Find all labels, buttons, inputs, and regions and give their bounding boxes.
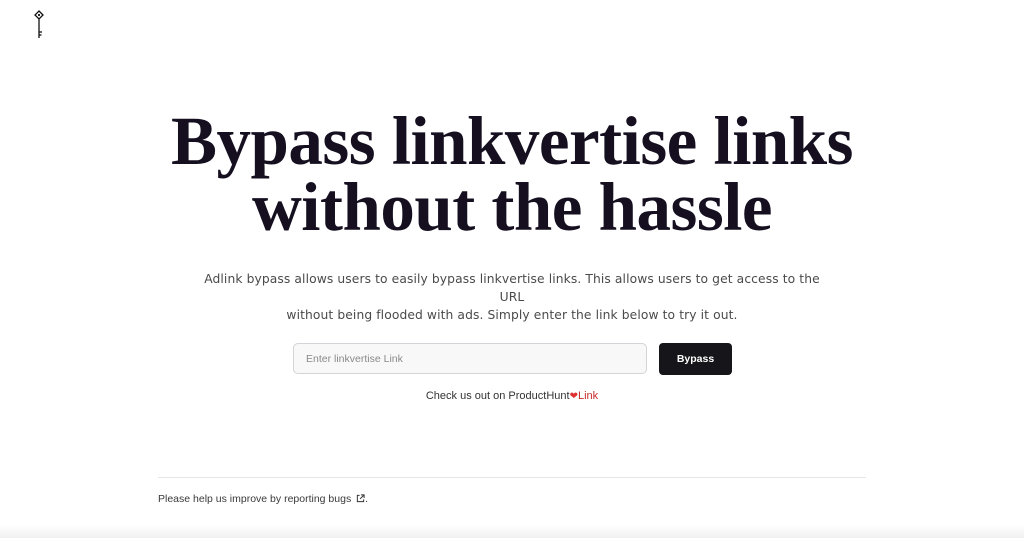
- page-title: Bypass linkvertise links without the has…: [0, 103, 1024, 245]
- page-description-line-2: without being flooded with ads. Simply e…: [286, 308, 738, 322]
- page-title-line-1: Bypass linkvertise links: [170, 103, 854, 179]
- window-bottom-edge: [0, 524, 1024, 538]
- bypass-button[interactable]: Bypass: [659, 343, 732, 375]
- footer-note[interactable]: Please help us improve by reporting bugs…: [158, 493, 368, 505]
- producthunt-text: Check us out on ProductHunt: [425, 390, 570, 402]
- external-link-icon: [356, 494, 365, 503]
- link-input[interactable]: [293, 343, 647, 374]
- key-icon: [34, 10, 44, 38]
- logo[interactable]: [32, 10, 46, 40]
- page-description-line-1: Adlink bypass allows users to easily byp…: [204, 272, 820, 304]
- bypass-form: Bypass: [293, 343, 732, 375]
- report-bugs-text: Please help us improve by reporting bugs: [158, 493, 352, 505]
- footer-suffix: .: [365, 493, 369, 505]
- heart-icon: ❤: [569, 391, 578, 402]
- producthunt-note: Check us out on ProductHunt❤Link: [0, 390, 1024, 402]
- producthunt-link[interactable]: Link: [578, 390, 598, 402]
- footer-divider: [158, 477, 866, 478]
- page-title-line-2: without the hassle: [251, 169, 773, 245]
- page-description: Adlink bypass allows users to easily byp…: [192, 270, 832, 324]
